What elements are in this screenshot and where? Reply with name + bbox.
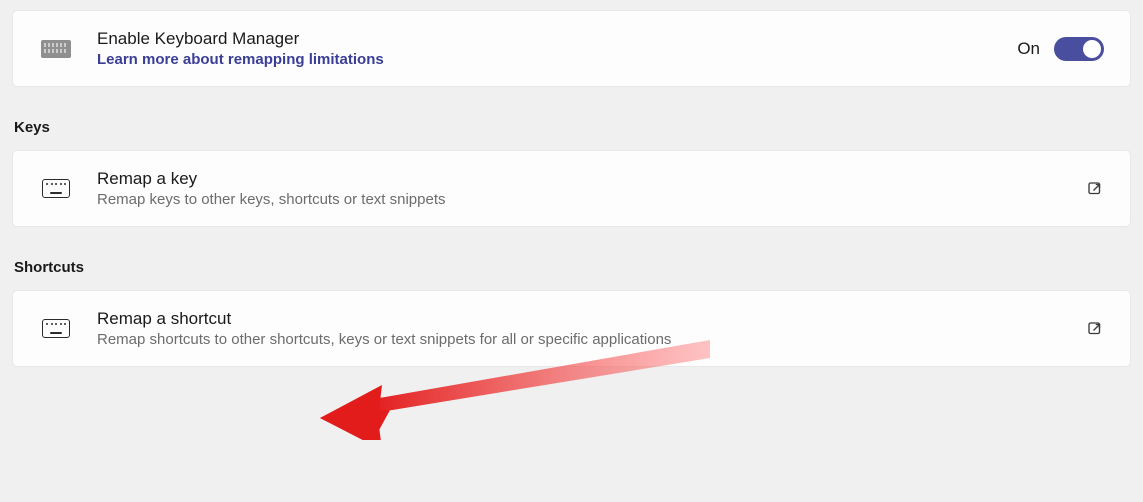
enable-title: Enable Keyboard Manager — [97, 29, 993, 49]
shortcuts-heading: Shortcuts — [14, 259, 1131, 276]
toggle-label: On — [1017, 39, 1040, 59]
learn-more-link[interactable]: Learn more about remapping limitations — [97, 51, 993, 68]
remap-shortcut-title: Remap a shortcut — [97, 309, 1062, 329]
remap-key-title: Remap a key — [97, 169, 1062, 189]
enable-keyboard-manager-card: Enable Keyboard Manager Learn more about… — [12, 10, 1131, 87]
keyboard-outline-icon — [39, 319, 73, 338]
open-external-icon[interactable] — [1086, 320, 1104, 338]
keys-heading: Keys — [14, 119, 1131, 136]
remap-shortcut-subtitle: Remap shortcuts to other shortcuts, keys… — [97, 331, 1062, 348]
keyboard-icon — [39, 40, 73, 58]
remap-shortcut-card[interactable]: Remap a shortcut Remap shortcuts to othe… — [12, 290, 1131, 367]
remap-key-card[interactable]: Remap a key Remap keys to other keys, sh… — [12, 150, 1131, 227]
remap-key-subtitle: Remap keys to other keys, shortcuts or t… — [97, 191, 1062, 208]
enable-toggle[interactable] — [1054, 37, 1104, 61]
open-external-icon[interactable] — [1086, 180, 1104, 198]
keyboard-outline-icon — [39, 179, 73, 198]
